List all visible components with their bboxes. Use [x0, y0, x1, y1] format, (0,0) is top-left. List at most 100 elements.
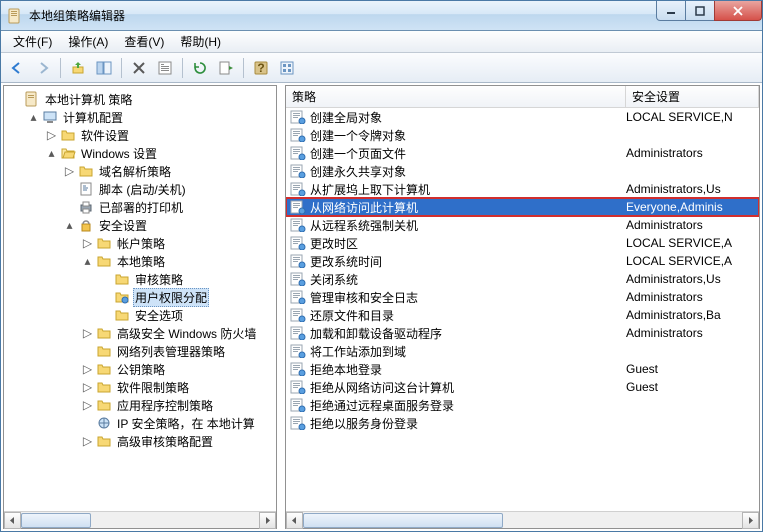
tree-label: 网络列表管理器策略 — [115, 343, 227, 360]
tree-account-policies[interactable]: ▷帐户策略 — [80, 234, 276, 252]
back-button[interactable] — [5, 56, 29, 80]
scroll-right-button[interactable] — [742, 512, 759, 529]
tree-local-policies[interactable]: ▴本地策略 — [80, 252, 276, 270]
tree-name-resolution[interactable]: ▷域名解析策略 — [62, 162, 276, 180]
tree-security-options[interactable]: ▷安全选项 — [98, 306, 276, 324]
policy-row[interactable]: 创建全局对象LOCAL SERVICE,N — [286, 108, 759, 126]
forward-button[interactable] — [31, 56, 55, 80]
tree-deployed-printers[interactable]: ▷已部署的打印机 — [62, 198, 276, 216]
script-icon — [78, 181, 94, 197]
menu-view[interactable]: 查看(V) — [116, 31, 172, 52]
policy-row[interactable]: 更改时区LOCAL SERVICE,A — [286, 234, 759, 252]
expand-icon[interactable]: ▷ — [82, 400, 93, 411]
window-title: 本地组策略编辑器 — [29, 7, 657, 24]
expand-icon[interactable]: ▷ — [46, 130, 57, 141]
policy-name-cell: 拒绝从网络访问这台计算机 — [290, 379, 626, 396]
up-button[interactable] — [66, 56, 90, 80]
scroll-track[interactable] — [21, 512, 259, 529]
close-button[interactable] — [714, 1, 762, 21]
policy-list[interactable]: 创建全局对象LOCAL SERVICE,N创建一个令牌对象创建一个页面文件Adm… — [286, 108, 759, 511]
policy-name: 将工作站添加到域 — [310, 343, 406, 360]
policy-row[interactable]: 创建一个令牌对象 — [286, 126, 759, 144]
policy-row[interactable]: 更改系统时间LOCAL SERVICE,A — [286, 252, 759, 270]
expand-icon[interactable]: ▷ — [82, 382, 93, 393]
view-options-button[interactable] — [275, 56, 299, 80]
delete-button[interactable] — [127, 56, 151, 80]
folder-policy-icon — [114, 271, 130, 287]
policy-row[interactable]: 加载和卸载设备驱动程序Administrators — [286, 324, 759, 342]
tree-security-settings[interactable]: ▴安全设置 — [62, 216, 276, 234]
policy-name-cell: 创建全局对象 — [290, 109, 626, 126]
security-icon — [78, 217, 94, 233]
app-icon — [7, 8, 23, 24]
tree-root[interactable]: ▷ 本地计算机 策略 — [8, 90, 276, 108]
policy-item-icon — [290, 181, 306, 197]
expand-icon[interactable]: ▷ — [82, 364, 93, 375]
policy-row[interactable]: 从远程系统强制关机Administrators — [286, 216, 759, 234]
tree-computer-config[interactable]: ▴ 计算机配置 — [26, 108, 276, 126]
policy-row[interactable]: 创建永久共享对象 — [286, 162, 759, 180]
policy-row[interactable]: 拒绝从网络访问这台计算机Guest — [286, 378, 759, 396]
tree-scripts[interactable]: ▷脚本 (启动/关机) — [62, 180, 276, 198]
tree-wfas[interactable]: ▷ 高级安全 Windows 防火墙 — [80, 324, 276, 342]
tree-software-settings[interactable]: ▷软件设置 — [44, 126, 276, 144]
policy-row[interactable]: 将工作站添加到域 — [286, 342, 759, 360]
tree-advanced-audit[interactable]: ▷高级审核策略配置 — [80, 432, 276, 450]
refresh-button[interactable] — [188, 56, 212, 80]
policy-row[interactable]: 关闭系统Administrators,Us — [286, 270, 759, 288]
tree-app-control[interactable]: ▷应用程序控制策略 — [80, 396, 276, 414]
show-hide-tree-button[interactable] — [92, 56, 116, 80]
help-button[interactable]: ? — [249, 56, 273, 80]
folder-icon — [96, 343, 112, 359]
expand-icon[interactable]: ▷ — [82, 436, 93, 447]
policy-row[interactable]: 拒绝通过远程桌面服务登录 — [286, 396, 759, 414]
scroll-thumb[interactable] — [303, 513, 503, 528]
collapse-icon[interactable]: ▴ — [64, 220, 75, 231]
maximize-button[interactable] — [685, 1, 715, 21]
policy-row[interactable]: 从网络访问此计算机Everyone,Adminis — [286, 198, 759, 216]
tree-user-rights[interactable]: ▷用户权限分配 — [98, 288, 276, 306]
policy-row[interactable]: 还原文件和目录Administrators,Ba — [286, 306, 759, 324]
tree-nlm[interactable]: ▷网络列表管理器策略 — [80, 342, 276, 360]
expand-icon[interactable]: ▷ — [82, 328, 93, 339]
scroll-left-button[interactable] — [286, 512, 303, 529]
expand-icon[interactable]: ▷ — [64, 166, 75, 177]
policy-name: 更改时区 — [310, 235, 358, 252]
tree-hscrollbar[interactable] — [4, 511, 276, 528]
policy-row[interactable]: 管理审核和安全日志Administrators — [286, 288, 759, 306]
collapse-icon[interactable]: ▴ — [46, 148, 57, 159]
scroll-track[interactable] — [303, 512, 742, 529]
policy-item-icon — [290, 235, 306, 251]
toolbar: ? — [1, 53, 762, 83]
tree-label: 高级安全 Windows 防火墙 — [115, 325, 258, 342]
scroll-left-button[interactable] — [4, 512, 21, 529]
menu-help[interactable]: 帮助(H) — [172, 31, 229, 52]
tree-software-restriction[interactable]: ▷软件限制策略 — [80, 378, 276, 396]
collapse-icon[interactable]: ▴ — [82, 256, 93, 267]
export-list-button[interactable] — [214, 56, 238, 80]
expand-icon[interactable]: ▷ — [82, 238, 93, 249]
folder-open-icon — [60, 145, 76, 161]
properties-button[interactable] — [153, 56, 177, 80]
policy-row[interactable]: 拒绝本地登录Guest — [286, 360, 759, 378]
tree-audit-policy[interactable]: ▷审核策略 — [98, 270, 276, 288]
scroll-right-button[interactable] — [259, 512, 276, 529]
policy-row[interactable]: 创建一个页面文件Administrators — [286, 144, 759, 162]
scroll-thumb[interactable] — [21, 513, 91, 528]
toolbar-separator — [60, 58, 61, 78]
tree-public-key[interactable]: ▷公钥策略 — [80, 360, 276, 378]
list-hscrollbar[interactable] — [286, 511, 759, 528]
minimize-button[interactable] — [656, 1, 686, 21]
menu-file[interactable]: 文件(F) — [5, 31, 60, 52]
tree-ipsec[interactable]: ▷IP 安全策略，在 本地计算 — [80, 414, 276, 432]
column-header-policy[interactable]: 策略 — [286, 86, 626, 107]
collapse-icon[interactable]: ▴ — [28, 112, 39, 123]
menu-action[interactable]: 操作(A) — [60, 31, 116, 52]
policy-row[interactable]: 拒绝以服务身份登录 — [286, 414, 759, 432]
titlebar[interactable]: 本地组策略编辑器 — [1, 1, 762, 31]
policy-tree[interactable]: ▷ 本地计算机 策略 ▴ 计算机配置 — [4, 86, 276, 511]
policy-row[interactable]: 从扩展坞上取下计算机Administrators,Us — [286, 180, 759, 198]
column-header-security[interactable]: 安全设置 — [626, 86, 759, 107]
splitter[interactable] — [279, 83, 283, 531]
tree-windows-settings[interactable]: ▴Windows 设置 — [44, 144, 276, 162]
